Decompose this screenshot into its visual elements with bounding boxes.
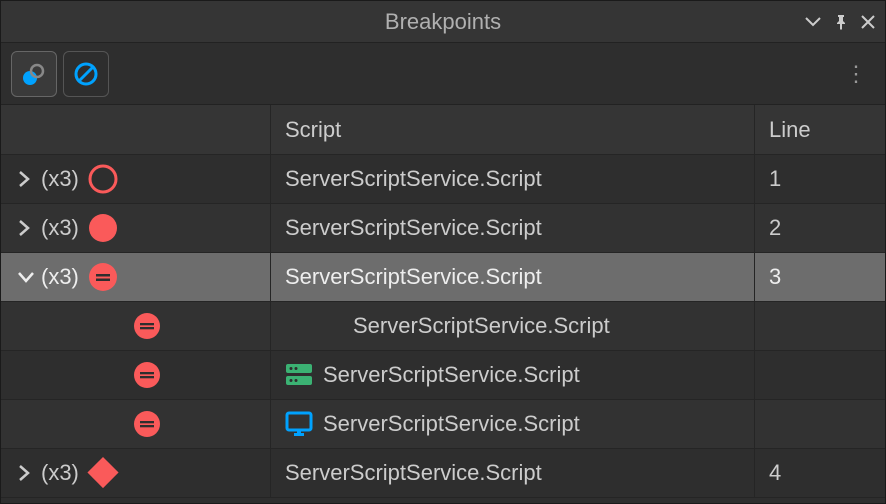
row-line-cell bbox=[755, 302, 885, 350]
dropdown-icon[interactable] bbox=[805, 17, 821, 27]
table-row-child[interactable]: ServerScriptService.Script bbox=[1, 302, 885, 351]
more-options-icon[interactable]: ⋮ bbox=[845, 61, 867, 87]
filter-breakpoint-button[interactable] bbox=[11, 51, 57, 97]
chevron-right-icon[interactable] bbox=[17, 170, 37, 188]
row-line-cell bbox=[755, 351, 885, 399]
script-path: ServerScriptService.Script bbox=[285, 460, 542, 486]
row-line-cell: 2 bbox=[755, 204, 885, 252]
row-script-cell: ServerScriptService.Script bbox=[271, 204, 755, 252]
row-expand-cell bbox=[1, 400, 271, 448]
breakpoint-count: (x3) bbox=[41, 215, 79, 241]
window-title: Breakpoints bbox=[385, 9, 501, 35]
row-script-cell: ServerScriptService.Script bbox=[271, 155, 755, 203]
table-row-selected[interactable]: (x3) ServerScriptService.Script 3 bbox=[1, 253, 885, 302]
table-header: Script Line bbox=[1, 105, 885, 155]
script-path: ServerScriptService.Script bbox=[285, 166, 542, 192]
titlebar: Breakpoints bbox=[1, 1, 885, 43]
breakpoint-conditional-icon[interactable] bbox=[87, 261, 119, 293]
breakpoint-conditional-icon[interactable] bbox=[131, 359, 163, 391]
table-row-child[interactable]: ServerScriptService.Script bbox=[1, 400, 885, 449]
server-icon bbox=[285, 363, 313, 387]
row-script-cell: ServerScriptService.Script bbox=[271, 449, 755, 497]
close-icon[interactable] bbox=[861, 15, 875, 29]
breakpoint-count: (x3) bbox=[41, 460, 79, 486]
row-script-cell: ServerScriptService.Script bbox=[271, 400, 755, 448]
chevron-right-icon[interactable] bbox=[17, 464, 37, 482]
chevron-right-icon[interactable] bbox=[17, 219, 37, 237]
row-line-cell bbox=[755, 400, 885, 448]
row-line-cell: 1 bbox=[755, 155, 885, 203]
script-path: ServerScriptService.Script bbox=[353, 313, 610, 339]
row-line-cell: 4 bbox=[755, 449, 885, 497]
titlebar-controls bbox=[805, 14, 875, 30]
breakpoint-count: (x3) bbox=[41, 264, 79, 290]
chevron-down-icon[interactable] bbox=[17, 270, 37, 284]
toolbar: ⋮ bbox=[1, 43, 885, 105]
filter-logpoint-button[interactable] bbox=[63, 51, 109, 97]
row-line-cell: 3 bbox=[755, 253, 885, 301]
client-icon bbox=[285, 411, 313, 437]
column-header-line[interactable]: Line bbox=[755, 105, 885, 154]
table-row[interactable]: (x3) ServerScriptService.Script 4 bbox=[1, 449, 885, 498]
breakpoint-disabled-icon[interactable] bbox=[87, 163, 119, 195]
logpoint-icon[interactable] bbox=[87, 457, 119, 489]
row-expand-cell bbox=[1, 302, 271, 350]
script-path: ServerScriptService.Script bbox=[285, 215, 542, 241]
table-row-child[interactable]: ServerScriptService.Script bbox=[1, 351, 885, 400]
row-script-cell: ServerScriptService.Script bbox=[271, 302, 755, 350]
row-expand-cell bbox=[1, 351, 271, 399]
column-header-expand[interactable] bbox=[1, 105, 271, 154]
pin-icon[interactable] bbox=[833, 14, 849, 30]
script-path: ServerScriptService.Script bbox=[323, 411, 580, 437]
breakpoint-count: (x3) bbox=[41, 166, 79, 192]
row-expand-cell: (x3) bbox=[1, 253, 271, 301]
row-script-cell: ServerScriptService.Script bbox=[271, 351, 755, 399]
row-expand-cell: (x3) bbox=[1, 449, 271, 497]
table-row[interactable]: (x3) ServerScriptService.Script 2 bbox=[1, 204, 885, 253]
script-path: ServerScriptService.Script bbox=[285, 264, 542, 290]
row-expand-cell: (x3) bbox=[1, 204, 271, 252]
breakpoint-enabled-icon[interactable] bbox=[87, 212, 119, 244]
script-path: ServerScriptService.Script bbox=[323, 362, 580, 388]
breakpoint-conditional-icon[interactable] bbox=[131, 310, 163, 342]
row-script-cell: ServerScriptService.Script bbox=[271, 253, 755, 301]
breakpoint-conditional-icon[interactable] bbox=[131, 408, 163, 440]
column-header-script[interactable]: Script bbox=[271, 105, 755, 154]
table-row[interactable]: (x3) ServerScriptService.Script 1 bbox=[1, 155, 885, 204]
row-expand-cell: (x3) bbox=[1, 155, 271, 203]
breakpoints-table: Script Line (x3) ServerScriptService.Scr… bbox=[1, 105, 885, 498]
